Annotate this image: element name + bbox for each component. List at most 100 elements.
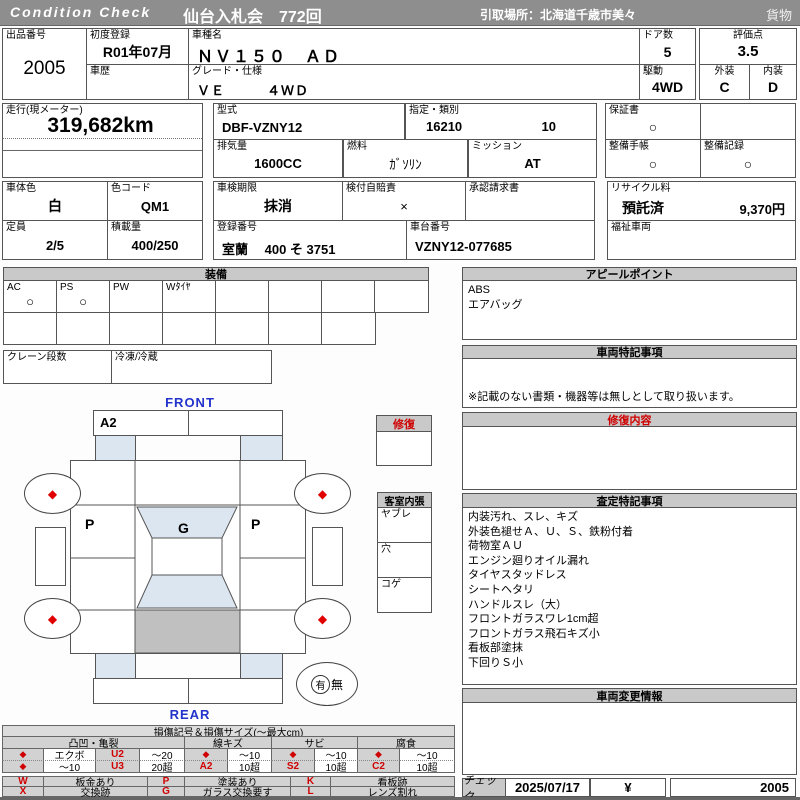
legend-text: 20超: [151, 763, 173, 774]
warranty-mark: ○: [648, 118, 658, 135]
cabin-lining-row-label: コゲ: [381, 579, 401, 590]
recycle-fee-value: 9,370円: [739, 202, 785, 217]
grade-label: グレード・仕様: [192, 66, 262, 77]
mileage-cell: 走行(現メーター) 319,682km: [2, 103, 203, 178]
welfare-vehicle-label: 福祉車両: [611, 222, 651, 233]
cabin-lining-title: 客室内張: [384, 496, 425, 508]
score-cell: 評価点 3.5: [699, 28, 797, 65]
recycle-fee-cell: リサイクル料 預託済 9,370円: [607, 181, 796, 221]
crane-steps-cell: クレーン段数: [3, 350, 112, 384]
assessment-notes-header: 査定特記事項: [462, 493, 797, 508]
vehicle-notes-footnote: ※記載のない書類・機器等は無しとして取り扱います。: [468, 391, 740, 403]
check-date-cell: 2025/07/17: [505, 778, 590, 797]
legend-text: 10超: [238, 763, 261, 774]
transmission-cell: ミッション AT: [468, 139, 597, 178]
class-number-value: 10: [541, 119, 556, 134]
assessment-line: フロントガラス飛石キズ小: [468, 627, 600, 640]
appeal-points-body: ABS エアバッグ: [462, 280, 797, 340]
legend-r2-c2: C2: [357, 760, 400, 773]
check-label-cell: チェック: [462, 775, 506, 800]
repair-box-title: 修復: [393, 418, 415, 431]
cabin-lining-row-label: ヤブレ: [381, 509, 411, 520]
legend-code-x: X: [2, 786, 44, 797]
equipment-cell-pw: PW: [109, 280, 163, 313]
exterior-grade-value: C: [719, 79, 730, 95]
assessment-line: シートヘタリ: [468, 583, 534, 596]
fuel-value: ｶﾞｿﾘﾝ: [389, 157, 422, 172]
legend-r2-s2-size: 10超: [314, 760, 358, 774]
legend-r2-u3: U3: [95, 760, 140, 773]
history-cell: 車歴: [86, 64, 189, 100]
cargo-tag: 貨物: [765, 8, 792, 23]
displacement-cell: 排気量 1600CC: [213, 139, 343, 178]
displacement-value: 1600CC: [254, 156, 302, 171]
legend-code: L: [307, 786, 314, 797]
maintenance-record-cell: 整備記録 ○: [700, 139, 796, 178]
model-name-label: 車種名: [192, 30, 222, 41]
check-sign-cell: ¥: [590, 778, 666, 797]
drive-cell: 駆動 4WD: [639, 64, 696, 100]
cabin-lining-row-hole: 穴: [377, 542, 432, 578]
check-date-value: 2025/07/17: [514, 780, 581, 795]
fridge-freezer-cell: 冷凍/冷蔵: [111, 350, 272, 384]
warranty-spare-cell: [700, 103, 796, 140]
check-lot-cell: 2005: [670, 778, 796, 797]
legend-code: S2: [286, 761, 300, 772]
lot-number-cell: 出品番号 2005: [2, 28, 87, 100]
cabin-lining-row-label: 穴: [381, 544, 391, 555]
cabin-lining-row-tear: ヤブレ: [377, 507, 432, 543]
diamond-icon: ◆: [202, 749, 210, 759]
type-class-label: 指定・類別: [409, 105, 459, 116]
diamond-icon: ◆: [19, 761, 27, 771]
equipment-mark: ○: [26, 294, 34, 309]
legend-r2-c2-size: 10超: [399, 760, 455, 774]
mileage-value: 319,682km: [47, 114, 154, 137]
equipment-cell-empty: [321, 312, 376, 345]
first-registration-cell: 初度登録 R01年07月: [86, 28, 189, 65]
damage-diamond-mark: ◆: [47, 611, 58, 626]
damage-diamond-mark: ◆: [317, 486, 328, 501]
approval-request-value: [466, 192, 594, 220]
legend-code: C2: [372, 761, 385, 772]
model-code-value: DBF-VZNY12: [222, 120, 303, 135]
registration-number-cell: 登録番号 室蘭 400 そ 3751: [213, 220, 407, 260]
equipment-cell-empty: [215, 312, 269, 345]
legend-r2-diamond: ◆: [2, 760, 44, 773]
wheel-front-left: ◆: [24, 473, 81, 514]
assessment-line: 荷物室ＡＵ: [468, 540, 523, 553]
assessment-line: エンジン廻りオイル漏れ: [468, 554, 589, 567]
wheel-front-right: ◆: [294, 473, 351, 514]
color-code-cell: 色コード QM1: [107, 181, 203, 221]
equipment-label: PW: [113, 282, 130, 293]
equipment-label: Wﾀｲﾔ: [166, 282, 191, 293]
history-value: [87, 75, 188, 99]
legend-code: G: [162, 786, 170, 797]
model-code-cell: 型式 DBF-VZNY12: [213, 103, 405, 140]
model-code-label: 型式: [217, 105, 237, 116]
front-fender-right-panel: [240, 435, 283, 461]
inspection-expiry-cell: 車検期限 抹消: [213, 181, 343, 221]
legend-code: U2: [111, 749, 124, 760]
repair-presence-yes-circled: 有: [310, 674, 330, 694]
appeal-points-header: アピールポイント: [462, 267, 797, 281]
capacity-value: 2/5: [45, 237, 65, 253]
legend-text: 10超: [416, 763, 438, 774]
repair-presence-ellipse: 有 無: [296, 662, 358, 706]
cabin-lining-header: 客室内張: [377, 492, 432, 508]
condition-check-sheet: Condition Check 仙台入札会 772回 引取場所：北海道千歳市美々…: [0, 0, 800, 800]
load-capacity-value: 400/250: [131, 237, 179, 253]
legend-r2-s2: S2: [271, 760, 315, 773]
meter-divider-dotted: [3, 138, 202, 139]
repair-detail-header: 修復内容: [462, 412, 797, 427]
recycle-fee-label: リサイクル料: [611, 183, 671, 194]
change-info-header: 車両変更情報: [462, 688, 797, 703]
fuel-cell: 燃料 ｶﾞｿﾘﾝ: [343, 139, 468, 178]
equipment-cell-empty: [321, 280, 375, 313]
legend-r2-dimple-size: ～10: [43, 760, 96, 774]
maintenance-book-mark: ○: [648, 155, 658, 172]
equipment-mark: ○: [79, 294, 87, 309]
damage-code-front-bumper: A2: [100, 415, 117, 430]
legend-r2-u3-size: 20超: [139, 760, 185, 774]
color-code-value: QM1: [140, 198, 170, 214]
legend-r2-a2-size: 10超: [227, 760, 272, 774]
